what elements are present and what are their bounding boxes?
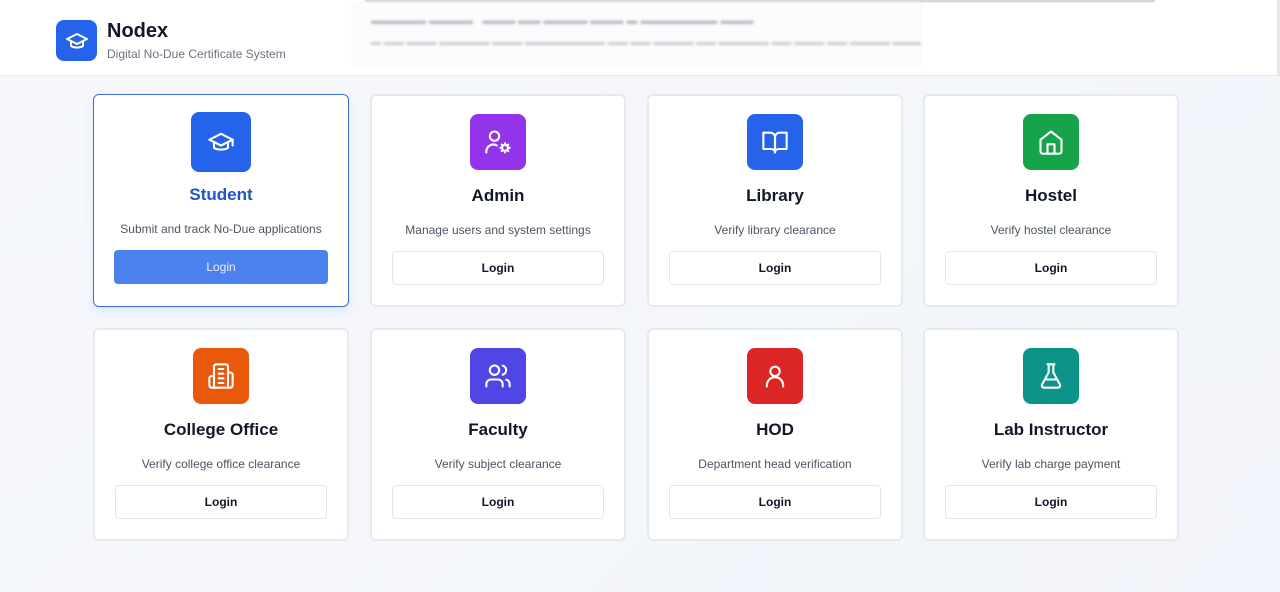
role-title: College Office xyxy=(163,420,279,439)
hod-login-button[interactable]: Login xyxy=(669,485,881,519)
graduation-cap-icon xyxy=(207,128,235,156)
role-card-hostel[interactable]: Hostel Verify hostel clearance Login xyxy=(923,94,1179,307)
college-office-icon-box xyxy=(193,348,249,404)
role-title: Student xyxy=(189,185,253,204)
college-office-login-button[interactable]: Login xyxy=(115,485,327,519)
role-description: Verify college office clearance xyxy=(141,457,301,471)
role-description: Verify hostel clearance xyxy=(990,223,1112,237)
role-card-library[interactable]: Library Verify library clearance Login xyxy=(647,94,903,307)
admin-login-button[interactable]: Login xyxy=(392,251,604,285)
role-title: Admin xyxy=(471,186,525,205)
library-icon-box xyxy=(747,114,803,170)
building-icon xyxy=(207,362,235,390)
hostel-login-button[interactable]: Login xyxy=(945,251,1157,285)
home-icon xyxy=(1037,128,1065,156)
lab-instructor-icon-box xyxy=(1023,348,1079,404)
hostel-icon-box xyxy=(1023,114,1079,170)
student-icon-box xyxy=(191,112,251,172)
app-logo xyxy=(56,20,97,61)
role-card-faculty[interactable]: Faculty Verify subject clearance Login xyxy=(370,328,626,541)
library-login-button[interactable]: Login xyxy=(669,251,881,285)
student-login-button[interactable]: Login xyxy=(114,250,328,284)
role-title: Library xyxy=(746,186,804,205)
role-card-hod[interactable]: HOD Department head verification Login xyxy=(647,328,903,541)
faded-banner-line: ▬ ▬▬ ▬▬▬ ▬▬▬▬▬ ▬▬▬ ▬▬▬▬▬▬▬▬ ▬▬ ▬▬ ▬▬▬▬ ▬… xyxy=(371,37,922,48)
admin-icon-box xyxy=(470,114,526,170)
book-open-icon xyxy=(761,128,789,156)
role-description: Manage users and system settings xyxy=(405,223,591,237)
role-description: Verify library clearance xyxy=(714,223,836,237)
role-description: Verify subject clearance xyxy=(434,457,562,471)
hod-icon-box xyxy=(747,348,803,404)
lab-instructor-login-button[interactable]: Login xyxy=(945,485,1157,519)
role-description: Department head verification xyxy=(698,457,852,471)
role-title: Hostel xyxy=(1025,186,1077,205)
flask-icon xyxy=(1037,362,1065,390)
role-title: Lab Instructor xyxy=(993,420,1109,439)
faculty-icon-box xyxy=(470,348,526,404)
faculty-login-button[interactable]: Login xyxy=(392,485,604,519)
role-card-student[interactable]: Student Submit and track No-Due applicat… xyxy=(93,94,349,307)
role-card-admin[interactable]: Admin Manage users and system settings L… xyxy=(370,94,626,307)
faded-banner-line: ▬▬▬▬▬ ▬▬▬▬ ▬▬▬ ▬▬ ▬▬▬▬ ▬▬▬ ▬ ▬▬▬▬▬▬▬ ▬▬▬ xyxy=(371,15,754,27)
faded-overlay-banner: ▬▬▬▬▬ ▬▬▬▬ ▬▬▬ ▬▬ ▬▬▬▬ ▬▬▬ ▬ ▬▬▬▬▬▬▬ ▬▬▬… xyxy=(352,2,922,66)
role-card-college-office[interactable]: College Office Verify college office cle… xyxy=(93,328,349,541)
user-cog-icon xyxy=(484,128,512,156)
role-description: Submit and track No-Due applications xyxy=(120,222,322,236)
role-title: HOD xyxy=(756,420,794,439)
role-card-lab-instructor[interactable]: Lab Instructor Verify lab charge payment… xyxy=(923,328,1179,541)
role-title: Faculty xyxy=(468,420,528,439)
users-icon xyxy=(484,362,512,390)
app-subtitle: Digital No-Due Certificate System xyxy=(107,47,286,61)
user-icon xyxy=(761,362,789,390)
graduation-cap-icon xyxy=(65,29,89,53)
role-description: Verify lab charge payment xyxy=(981,457,1121,471)
app-name: Nodex xyxy=(107,20,169,42)
